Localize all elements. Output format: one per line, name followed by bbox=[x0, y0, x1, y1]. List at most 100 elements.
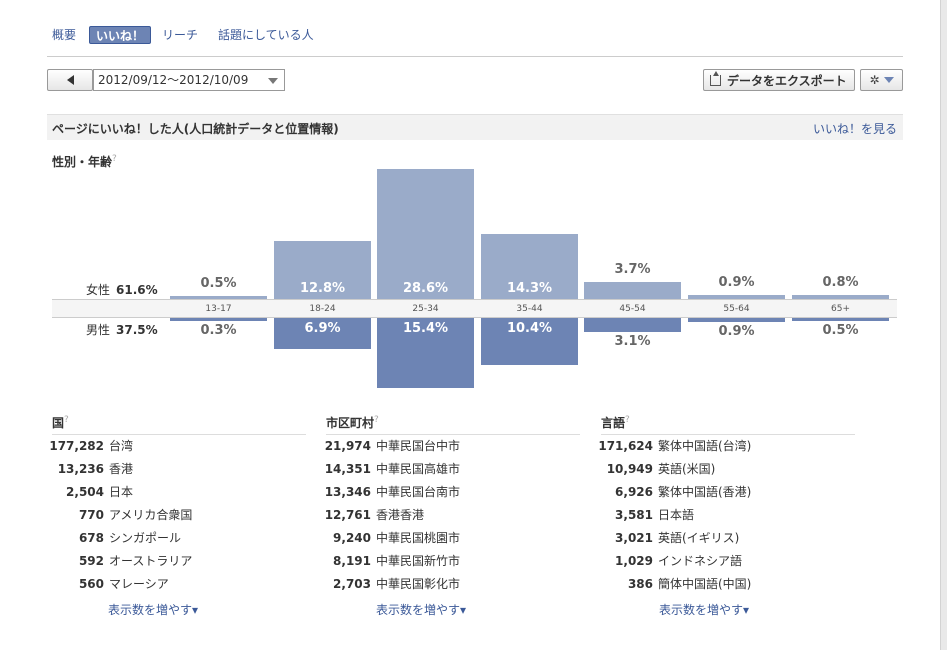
item-count: 386 bbox=[627, 577, 653, 591]
male-percent-label: 10.4% bbox=[506, 321, 553, 336]
item-name: 日本語 bbox=[658, 508, 695, 522]
male-bar[interactable] bbox=[688, 318, 785, 323]
countries-show-more-link[interactable]: 表示数を増やす▾ bbox=[108, 601, 306, 618]
female-percent-label: 12.8% bbox=[299, 281, 346, 296]
female-bar[interactable] bbox=[584, 282, 681, 299]
countries-list: 177,282 台湾 13,236 香港 2,504 日本 770 アメリカ合衆国 678 シンガ… bbox=[49, 435, 306, 596]
age-tick-label: 25-34 bbox=[412, 304, 439, 314]
age-tick-label: 65+ bbox=[831, 304, 850, 314]
item-name: 英語(米国) bbox=[658, 462, 716, 476]
item-count: 3,581 bbox=[615, 508, 653, 522]
item-name: シンガポール bbox=[109, 531, 182, 545]
list-item: 14,351 中華民国高雄市 bbox=[324, 458, 580, 481]
list-item: 592 オーストラリア bbox=[52, 550, 306, 573]
male-row-label: 男性 37.5% bbox=[86, 321, 158, 338]
female-percent-label: 0.9% bbox=[718, 274, 755, 290]
help-icon[interactable]: ? bbox=[625, 415, 630, 425]
settings-menu-button[interactable]: ✲ bbox=[860, 69, 903, 91]
female-total: 61.6% bbox=[116, 283, 158, 297]
date-range-select[interactable]: 2012/09/12〜2012/10/09 bbox=[93, 69, 285, 91]
help-icon[interactable]: ? bbox=[64, 415, 69, 425]
list-item: 21,974 中華民国台中市 bbox=[325, 435, 580, 458]
cities-show-more-link[interactable]: 表示数を増やす▾ bbox=[376, 601, 580, 618]
list-item: 2,703 中華民国彰化市 bbox=[326, 573, 580, 596]
section-title: ページにいいね！した人(人口統計データと位置情報) bbox=[52, 122, 339, 136]
male-percent-label: 15.4% bbox=[402, 321, 449, 336]
tab-overview[interactable]: 概要 bbox=[52, 26, 76, 44]
male-percent-label: 0.5% bbox=[822, 323, 859, 338]
help-icon[interactable]: ? bbox=[112, 154, 117, 164]
list-item: 177,282 台湾 bbox=[49, 435, 306, 458]
cities-column: 市区町村? 21,974 中華民国台中市 14,351 中華民国高雄市 13,346 中華… bbox=[324, 414, 580, 618]
item-name: 中華民国桃園市 bbox=[376, 531, 461, 545]
item-name: オーストラリア bbox=[109, 554, 193, 568]
item-name: 簡体中国語(中国) bbox=[658, 577, 752, 591]
list-item: 2,504 日本 bbox=[52, 481, 306, 504]
item-count: 14,351 bbox=[324, 462, 371, 476]
male-bar[interactable] bbox=[792, 318, 889, 321]
male-bar[interactable] bbox=[170, 318, 267, 321]
item-count: 560 bbox=[78, 577, 104, 591]
previous-period-button[interactable] bbox=[47, 69, 93, 91]
item-name: 中華民国台中市 bbox=[376, 439, 461, 453]
languages-title: 言語 bbox=[601, 416, 626, 430]
countries-header: 国? bbox=[52, 414, 306, 435]
age-tick-label: 35-44 bbox=[516, 304, 543, 314]
item-name: インドネシア語 bbox=[658, 554, 743, 568]
languages-list: 171,624 繁体中国語(台湾) 10,949 英語(米国) 6,926 繁体中国語(香… bbox=[598, 435, 855, 596]
female-bar[interactable] bbox=[792, 295, 889, 299]
cities-list: 21,974 中華民国台中市 14,351 中華民国高雄市 13,346 中華民国台南市 1… bbox=[324, 435, 580, 596]
countries-column: 国? 177,282 台湾 13,236 香港 2,504 日本 770 アメリカ合衆国 678… bbox=[49, 414, 306, 618]
languages-show-more-link[interactable]: 表示数を増やす▾ bbox=[659, 601, 855, 618]
female-label: 女性 bbox=[86, 283, 111, 297]
item-name: 香港香港 bbox=[376, 508, 425, 522]
male-percent-label: 0.3% bbox=[200, 323, 237, 338]
list-item: 560 マレーシア bbox=[52, 573, 306, 596]
insights-panel: 概要 いいね！ リーチ 話題にしている人 2012/09/12〜2012/10/… bbox=[0, 0, 941, 650]
female-bar[interactable] bbox=[481, 234, 578, 299]
tab-talking-about[interactable]: 話題にしている人 bbox=[218, 26, 314, 44]
list-item: 3,021 英語(イギリス) bbox=[601, 527, 855, 550]
age-tick-label: 45-54 bbox=[619, 304, 646, 314]
item-count: 2,703 bbox=[333, 577, 371, 591]
item-name: 繁体中国語(香港) bbox=[658, 485, 752, 499]
male-bar[interactable] bbox=[377, 318, 474, 388]
item-count: 1,029 bbox=[615, 554, 653, 568]
male-percent-label: 6.9% bbox=[304, 321, 341, 336]
view-likes-link[interactable]: いいね！を見る bbox=[813, 120, 897, 137]
female-percent-label: 0.8% bbox=[822, 275, 859, 291]
male-bar[interactable] bbox=[274, 318, 371, 350]
insights-tabs: 概要 いいね！ リーチ 話題にしている人 bbox=[47, 24, 903, 57]
item-name: 中華民国新竹市 bbox=[376, 554, 461, 568]
female-bar[interactable] bbox=[377, 169, 474, 299]
female-bar[interactable] bbox=[170, 296, 267, 299]
male-percent-label: 0.9% bbox=[718, 324, 755, 340]
tab-likes[interactable]: いいね！ bbox=[89, 26, 152, 44]
item-count: 8,191 bbox=[333, 554, 371, 568]
export-label: データをエクスポート bbox=[727, 73, 847, 88]
female-bar[interactable] bbox=[688, 294, 785, 299]
list-item: 171,624 繁体中国語(台湾) bbox=[598, 435, 855, 458]
item-name: 繁体中国語(台湾) bbox=[658, 439, 752, 453]
item-name: マレーシア bbox=[109, 577, 169, 591]
male-bar[interactable] bbox=[481, 318, 578, 366]
list-item: 1,029 インドネシア語 bbox=[601, 550, 855, 573]
help-icon[interactable]: ? bbox=[374, 415, 379, 425]
section-header: ページにいいね！した人(人口統計データと位置情報) いいね！を見る bbox=[47, 114, 903, 140]
tab-reach[interactable]: リーチ bbox=[162, 26, 198, 44]
item-count: 12,761 bbox=[324, 508, 371, 522]
item-count: 9,240 bbox=[333, 531, 371, 545]
list-item: 13,346 中華民国台南市 bbox=[325, 481, 580, 504]
list-item: 386 簡体中国語(中国) bbox=[601, 573, 855, 596]
female-bar[interactable] bbox=[274, 240, 371, 299]
item-name: 香港 bbox=[109, 462, 134, 476]
item-count: 171,624 bbox=[598, 439, 653, 453]
list-item: 678 シンガポール bbox=[52, 527, 306, 550]
female-percent-label: 0.5% bbox=[200, 276, 237, 291]
item-count: 177,282 bbox=[49, 439, 104, 453]
export-data-button[interactable]: データをエクスポート bbox=[703, 69, 855, 91]
countries-title: 国 bbox=[52, 416, 65, 430]
languages-header: 言語? bbox=[601, 414, 855, 435]
male-bar[interactable] bbox=[584, 318, 681, 333]
list-item: 770 アメリカ合衆国 bbox=[52, 504, 306, 527]
